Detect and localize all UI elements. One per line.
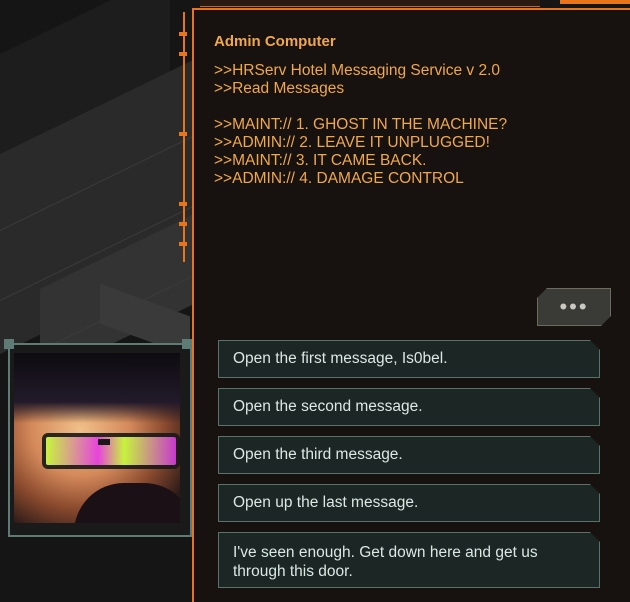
choice-label: Open up the last message.	[233, 494, 419, 511]
ellipsis-icon: •••	[559, 294, 589, 319]
speaker-portrait	[14, 353, 180, 523]
terminal-title: Admin Computer	[214, 33, 336, 50]
choice-label: I've seen enough. Get down here and get …	[233, 544, 538, 580]
terminal-header-line: >>Read Messages	[214, 80, 345, 97]
message-list-item: >>ADMIN:// 2. LEAVE IT UNPLUGGED!	[214, 134, 490, 151]
message-list-item: >>ADMIN:// 4. DAMAGE CONTROL	[214, 170, 464, 187]
dialog-choice-4[interactable]: Open up the last message.	[218, 484, 600, 522]
choice-label: Open the second message.	[233, 398, 423, 415]
panel-top-accent	[560, 0, 630, 4]
choice-label: Open the third message.	[233, 446, 403, 463]
more-options-button[interactable]: •••	[537, 288, 611, 326]
panel-top-decoration	[200, 0, 540, 7]
choice-label: Open the first message, Is0bel.	[233, 350, 448, 367]
portrait-corner-decoration	[182, 339, 192, 349]
dialog-choice-2[interactable]: Open the second message.	[218, 388, 600, 426]
terminal-header-line: >>HRServ Hotel Messaging Service v 2.0	[214, 62, 501, 79]
portrait-corner-decoration	[4, 339, 14, 349]
message-list-item: >>MAINT:// 1. GHOST IN THE MACHINE?	[214, 116, 508, 133]
glasses-graphic	[42, 433, 180, 469]
dialog-choice-1[interactable]: Open the first message, Is0bel.	[218, 340, 600, 378]
dialog-choice-3[interactable]: Open the third message.	[218, 436, 600, 474]
message-list-item: >>MAINT:// 3. IT CAME BACK.	[214, 152, 427, 169]
dialog-choice-5[interactable]: I've seen enough. Get down here and get …	[218, 532, 600, 588]
panel-edge-bar	[179, 12, 191, 262]
terminal-text: >>HRServ Hotel Messaging Service v 2.0 >…	[214, 62, 594, 188]
